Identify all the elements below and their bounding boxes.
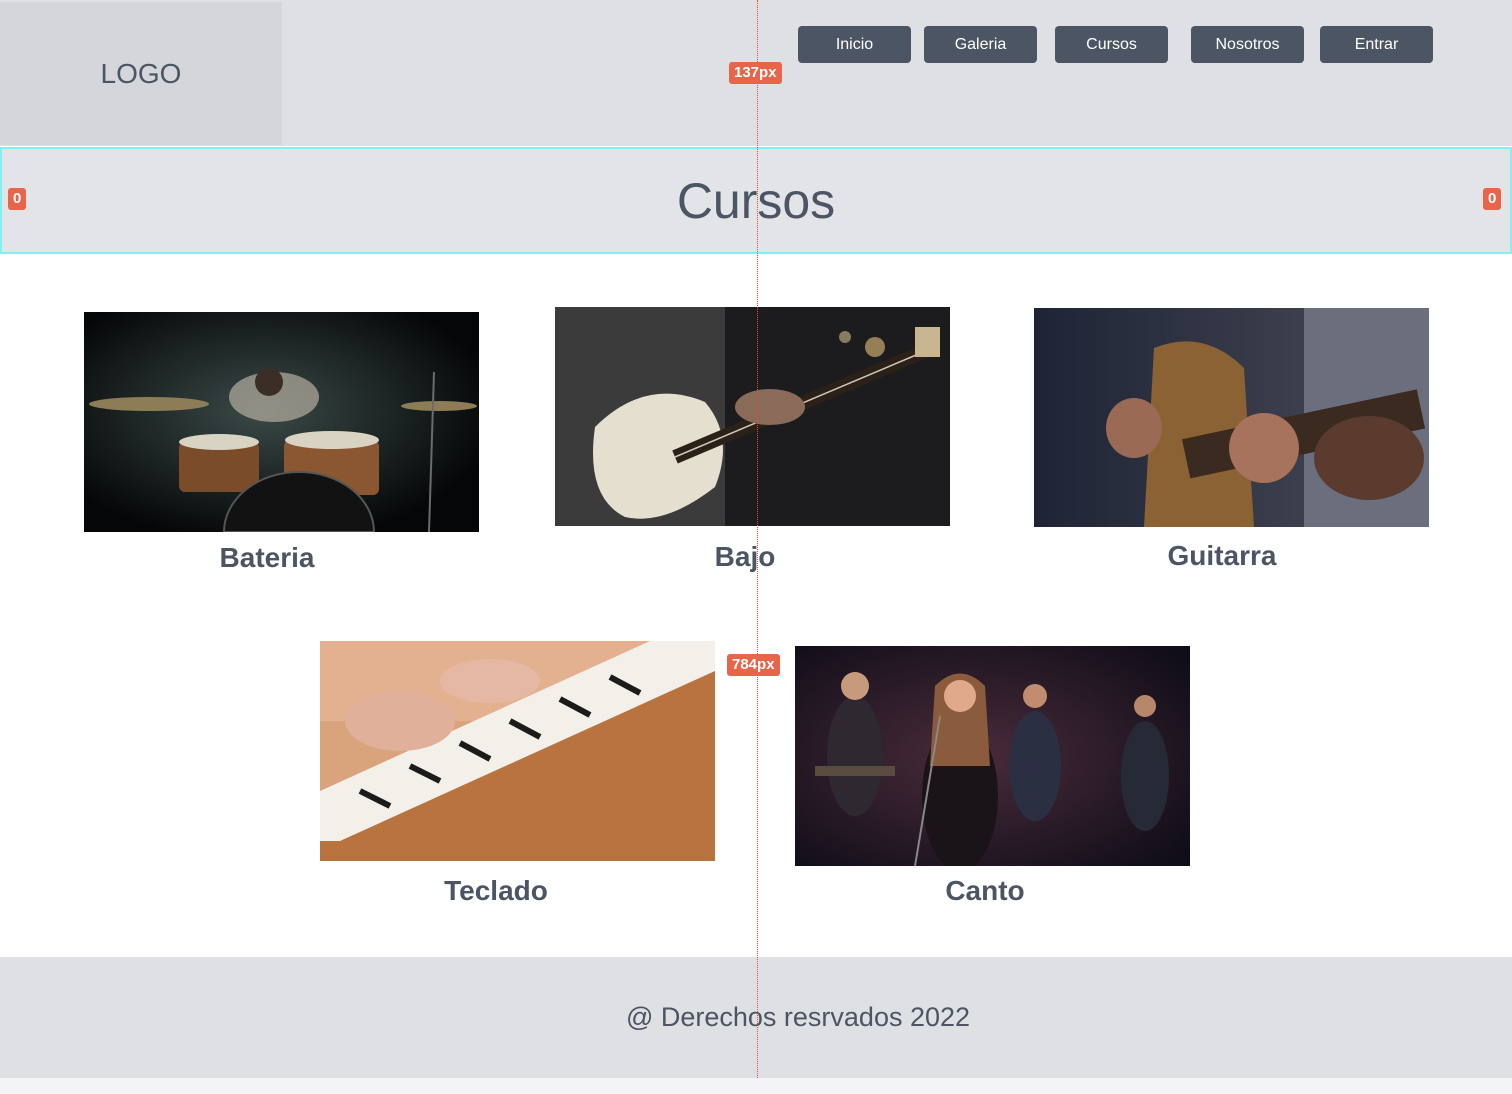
course-label: Bateria bbox=[219, 542, 315, 573]
nav-cursos-button[interactable]: Cursos bbox=[1055, 26, 1168, 63]
course-label: Canto bbox=[945, 875, 1025, 906]
bass-guitar-photo bbox=[555, 307, 950, 526]
copyright-text: @ Derechos resrvados 2022 bbox=[625, 1002, 971, 1032]
left-margin-badge: 0 bbox=[8, 188, 27, 210]
page-title-section: Cursos bbox=[0, 147, 1512, 254]
nav-galeria-button[interactable]: Galeria bbox=[924, 26, 1037, 63]
acoustic-guitar-photo bbox=[1034, 308, 1429, 527]
keyboard-photo bbox=[320, 641, 715, 861]
nav-entrar-button[interactable]: Entrar bbox=[1320, 26, 1433, 63]
course-label: Teclado bbox=[444, 875, 548, 906]
main-nav: Inicio Galeria Cursos Nosotros Entrar bbox=[0, 26, 1512, 63]
center-guide-line bbox=[757, 0, 758, 1078]
right-margin-badge: 0 bbox=[1483, 188, 1502, 210]
site-footer: @ Derechos resrvados 2022 bbox=[0, 957, 1512, 1078]
page-bottom-strip bbox=[0, 1078, 1512, 1094]
nav-inicio-button[interactable]: Inicio bbox=[798, 26, 911, 63]
logo[interactable]: LOGO bbox=[0, 2, 282, 145]
drummer-photo bbox=[84, 312, 479, 532]
course-label: Guitarra bbox=[1167, 540, 1277, 571]
singer-band-photo bbox=[795, 646, 1190, 866]
page-title: Cursos bbox=[676, 172, 836, 229]
nav-nosotros-button[interactable]: Nosotros bbox=[1191, 26, 1304, 63]
course-label: Bajo bbox=[714, 541, 776, 572]
guide-top-measure-badge: 137px bbox=[729, 62, 782, 84]
guide-bottom-measure-badge: 784px bbox=[727, 654, 780, 676]
